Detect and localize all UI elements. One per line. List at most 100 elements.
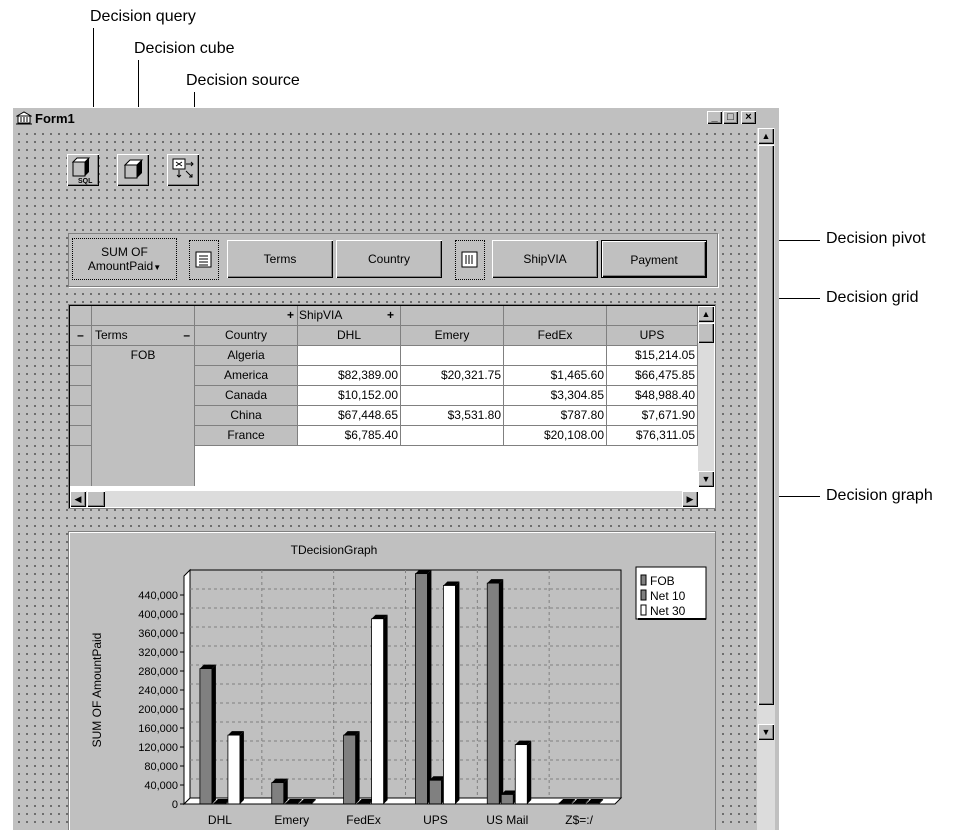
grid-value-cell[interactable]: $7,671.90 xyxy=(607,406,698,426)
grid-col-header-fedex[interactable]: FedEx xyxy=(504,326,607,346)
grid-value-cell[interactable]: $76,311.05 xyxy=(607,426,698,446)
row-indicator[interactable] xyxy=(70,386,92,406)
row-indicator[interactable] xyxy=(70,346,92,366)
grid-value-cell[interactable] xyxy=(401,386,504,406)
grid-value-cell[interactable] xyxy=(504,346,607,366)
row-indicator[interactable] xyxy=(70,426,92,446)
grid-value-cell[interactable]: $48,988.40 xyxy=(607,386,698,406)
pivot-terms-button[interactable]: Terms xyxy=(227,240,333,278)
grid-terms-header[interactable]: Terms – xyxy=(92,326,195,346)
pivot-country-button[interactable]: Country xyxy=(336,240,442,278)
chart-bar-side xyxy=(211,664,216,804)
grid-country-header[interactable]: Country xyxy=(195,326,298,346)
grid-vertical-scrollbar[interactable]: ▲ ▼ xyxy=(698,306,714,487)
grid-value-cell[interactable]: $3,304.85 xyxy=(504,386,607,406)
collapse-terms-cell[interactable]: – xyxy=(70,326,92,346)
decision-cube-component[interactable] xyxy=(117,154,149,186)
title-bar[interactable]: Form1 _ □ × xyxy=(13,108,778,128)
decision-source-component[interactable] xyxy=(167,154,199,186)
minimize-button[interactable]: _ xyxy=(707,111,722,124)
chart-bar-side xyxy=(283,778,288,804)
grid-value-cell[interactable]: $3,531.80 xyxy=(401,406,504,426)
grid-col-header-ups[interactable]: UPS xyxy=(607,326,698,346)
chart-y-tick-label: 200,000 xyxy=(138,704,178,716)
chart-bar xyxy=(371,618,384,805)
chart-bar xyxy=(199,668,213,805)
chart-bar xyxy=(343,734,356,805)
form-vertical-scrollbar[interactable]: ▲ ▼ xyxy=(757,128,775,830)
scroll-thumb[interactable] xyxy=(698,323,714,343)
grid-value-cell[interactable]: $82,389.00 xyxy=(298,366,401,386)
grid-value-cell[interactable]: $6,785.40 xyxy=(298,426,401,446)
scroll-right-icon[interactable]: ▶ xyxy=(682,491,698,507)
pivot-payment-button[interactable]: Payment xyxy=(601,240,707,278)
pivot-shipvia-button[interactable]: ShipVIA xyxy=(492,240,598,278)
decision-cube-icon xyxy=(123,159,144,179)
chart-legend-swatch xyxy=(640,574,647,586)
decision-grid[interactable]: + ShipVIA + – Terms – Country DHL Emery … xyxy=(68,304,716,509)
chart-y-tick-label: 400,000 xyxy=(138,609,178,621)
chart-title: TDecisionGraph xyxy=(291,543,378,557)
chart-bar-side xyxy=(383,614,388,804)
grid-group-fob: FOB xyxy=(92,346,195,486)
scroll-thumb[interactable] xyxy=(87,491,105,507)
expand-plus-icon[interactable]: + xyxy=(387,306,394,325)
chart-y-tick-label: 280,000 xyxy=(138,666,178,678)
grid-value-cell[interactable] xyxy=(401,426,504,446)
scroll-down-icon[interactable]: ▼ xyxy=(698,471,714,487)
grid-value-cell[interactable]: $10,152.00 xyxy=(298,386,401,406)
chart-legend-label: Net 30 xyxy=(650,604,686,618)
chart-bar-side xyxy=(527,740,532,804)
chart-bar xyxy=(227,734,241,805)
callout-decision-graph: Decision graph xyxy=(826,487,933,504)
grid-header-blank xyxy=(92,306,195,326)
grid-value-cell[interactable] xyxy=(298,346,401,366)
grid-header-blank: + xyxy=(195,306,298,326)
window-title: Form1 xyxy=(35,111,75,126)
scroll-thumb[interactable] xyxy=(758,145,774,705)
decision-pivot: SUM OF AmountPaid▼ Terms Country ShipVIA… xyxy=(68,233,718,287)
row-indicator[interactable] xyxy=(70,406,92,426)
form-window: Form1 _ □ × SQL SUM OF AmountPaid▼ Terms… xyxy=(12,107,779,830)
scroll-up-icon[interactable]: ▲ xyxy=(758,128,774,144)
chart-legend-label: FOB xyxy=(650,574,675,588)
pivot-summary-button[interactable]: SUM OF AmountPaid▼ xyxy=(72,238,177,280)
grid-country-cell: France xyxy=(195,426,298,446)
grid-shipvia-header[interactable]: ShipVIA + xyxy=(298,306,401,326)
decision-graph[interactable]: TDecisionGraph 0 40,000 80,000 120,000 160,00… xyxy=(68,531,716,830)
grid-value-cell[interactable]: $66,475.85 xyxy=(607,366,698,386)
chart-bar-side xyxy=(455,581,460,804)
maximize-button[interactable]: □ xyxy=(723,111,738,124)
scroll-down-icon[interactable]: ▼ xyxy=(758,724,774,740)
scroll-left-icon[interactable]: ◀ xyxy=(70,491,86,507)
expand-plus-icon[interactable]: + xyxy=(287,306,294,325)
grid-value-cell[interactable]: $15,214.05 xyxy=(607,346,698,366)
scroll-up-icon[interactable]: ▲ xyxy=(698,306,714,322)
chart-x-tick-label: UPS xyxy=(423,813,448,827)
collapse-minus-icon[interactable]: – xyxy=(183,326,190,345)
chart-bar-side xyxy=(499,579,504,804)
chart-bar xyxy=(415,573,428,805)
row-indicator[interactable] xyxy=(70,366,92,386)
grid-horizontal-scrollbar[interactable]: ◀ ▶ xyxy=(70,491,698,507)
chart-y-tick-label: 120,000 xyxy=(138,742,178,754)
grid-value-cell[interactable]: $20,108.00 xyxy=(504,426,607,446)
close-button[interactable]: × xyxy=(741,111,756,124)
design-surface: SQL SUM OF AmountPaid▼ Terms Country Shi… xyxy=(13,128,756,830)
grid-value-cell[interactable]: $20,321.75 xyxy=(401,366,504,386)
grid-col-header-dhl[interactable]: DHL xyxy=(298,326,401,346)
grid-col-header-emery[interactable]: Emery xyxy=(401,326,504,346)
grid-header-blank xyxy=(607,306,698,326)
grid-value-cell[interactable] xyxy=(401,346,504,366)
decision-query-component[interactable]: SQL xyxy=(67,154,99,186)
decision-source-icon xyxy=(172,158,194,178)
grid-value-cell[interactable]: $1,465.60 xyxy=(504,366,607,386)
row-dimensions-toggle[interactable] xyxy=(189,240,219,280)
chart-bar xyxy=(429,779,442,805)
pivot-summary-line2: AmountPaid▼ xyxy=(87,259,162,273)
chart-legend-label: Net 10 xyxy=(650,589,686,603)
grid-value-cell[interactable]: $787.80 xyxy=(504,406,607,426)
chart-y-tick-label: 80,000 xyxy=(144,761,178,773)
grid-value-cell[interactable]: $67,448.65 xyxy=(298,406,401,426)
column-dimensions-toggle[interactable] xyxy=(455,240,485,280)
